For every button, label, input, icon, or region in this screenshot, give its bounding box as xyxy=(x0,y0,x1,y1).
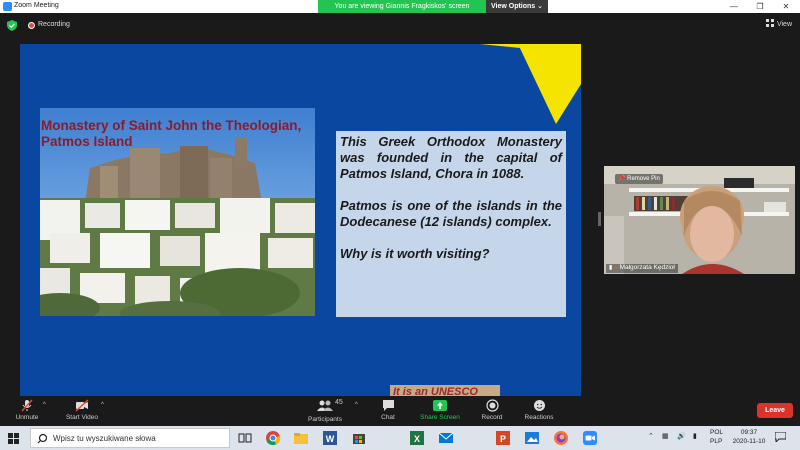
recording-label: Recording xyxy=(38,21,70,28)
mail-icon[interactable] xyxy=(438,430,454,446)
window-title-bar: Zoom Meeting — ❐ ✕ You are viewing Giann… xyxy=(0,0,800,13)
view-label: View xyxy=(776,21,792,28)
store-icon[interactable] xyxy=(351,430,367,446)
language-bottom: PLP xyxy=(710,438,723,445)
muted-mic-icon xyxy=(21,399,33,412)
windows-taskbar: Wpisz tu wyszukiwane słowa W X P ⌃ ▦ 🔊 ▮… xyxy=(0,426,800,450)
firefox-icon[interactable] xyxy=(553,430,569,446)
panel-resize-handle[interactable] xyxy=(598,212,601,226)
share-screen-icon xyxy=(433,400,447,411)
svg-text:X: X xyxy=(414,434,420,444)
view-options-button[interactable]: View Options ⌄ xyxy=(486,0,548,13)
unmute-button[interactable]: Unmute xyxy=(12,399,42,421)
word-icon[interactable]: W xyxy=(322,430,338,446)
language-indicator[interactable]: POL PLP xyxy=(710,428,723,446)
video-off-icon xyxy=(75,399,89,412)
language-top: POL xyxy=(710,429,724,436)
file-explorer-icon[interactable] xyxy=(293,430,309,446)
volume-icon[interactable]: 🔊 xyxy=(677,432,686,440)
participants-icon xyxy=(317,400,333,411)
chrome-icon[interactable] xyxy=(265,430,281,446)
remove-pin-button[interactable]: 📌 Remove Pin xyxy=(615,174,663,184)
chat-label: Chat xyxy=(381,414,395,421)
network-icon[interactable]: ▦ xyxy=(662,432,669,440)
svg-text:W: W xyxy=(326,434,335,444)
chat-icon xyxy=(382,400,394,411)
svg-text:P: P xyxy=(500,434,506,444)
close-button[interactable]: ✕ xyxy=(766,0,800,13)
shield-icon[interactable] xyxy=(7,20,17,31)
taskbar-search-box[interactable]: Wpisz tu wyszukiwane słowa xyxy=(30,428,230,448)
paragraph-founding: This Greek Orthodox Monastery was founde… xyxy=(340,134,562,181)
leave-meeting-button[interactable]: Leave xyxy=(757,403,793,418)
powerpoint-icon[interactable]: P xyxy=(495,430,511,446)
meeting-toolbar: Unmute ^ Start Video ^ 45 Participants ^… xyxy=(0,396,800,426)
unesco-partial-text: It is an UNESCO xyxy=(390,385,500,396)
meeting-status-bar: Recording View xyxy=(0,16,800,36)
question-text: Why is it worth visiting? xyxy=(340,246,490,261)
muted-mic-icon: ● xyxy=(614,265,618,271)
taskbar-clock[interactable]: 09:37 2020-11-10 xyxy=(728,428,770,446)
photos-icon[interactable] xyxy=(524,430,540,446)
start-video-label: Start Video xyxy=(65,414,99,421)
zoom-icon[interactable] xyxy=(582,430,598,446)
windows-start-icon[interactable] xyxy=(8,433,19,444)
reactions-button[interactable]: Reactions xyxy=(522,399,556,421)
participants-button[interactable]: 45 Participants xyxy=(305,399,345,423)
audio-options-caret-icon[interactable]: ^ xyxy=(43,402,46,408)
participants-label: Participants xyxy=(308,416,342,423)
task-view-icon[interactable] xyxy=(237,430,253,446)
participant-name-tag: ▮ ● Małgorzata Kędzioł xyxy=(606,264,678,273)
notifications-icon[interactable] xyxy=(775,432,786,442)
participants-options-caret-icon[interactable]: ^ xyxy=(355,402,358,408)
clock-time: 09:37 xyxy=(740,429,758,436)
record-button[interactable]: Record xyxy=(478,399,506,421)
share-screen-label: Share Screen xyxy=(420,414,460,421)
record-icon xyxy=(485,399,499,412)
search-placeholder: Wpisz tu wyszukiwane słowa xyxy=(53,434,156,443)
tray-chevron-icon[interactable]: ⌃ xyxy=(648,432,654,440)
reactions-icon xyxy=(533,400,545,411)
unmute-label: Unmute xyxy=(15,414,39,421)
search-icon xyxy=(37,433,48,444)
participant-name: Małgorzata Kędzioł xyxy=(619,264,675,271)
recording-dot-icon xyxy=(28,22,35,29)
share-screen-button[interactable]: Share Screen xyxy=(418,399,462,421)
record-label: Record xyxy=(481,414,503,421)
start-video-button[interactable]: Start Video xyxy=(62,399,102,421)
slide-text-box: This Greek Orthodox Monastery was founde… xyxy=(336,131,566,317)
chat-button[interactable]: Chat xyxy=(375,399,401,421)
reactions-label: Reactions xyxy=(524,414,554,421)
excel-icon[interactable]: X xyxy=(409,430,425,446)
viewing-screen-text: You are viewing Giannis Fragkiskos' scre… xyxy=(318,0,486,13)
grid-icon xyxy=(765,19,774,27)
window-title: Zoom Meeting xyxy=(14,2,59,9)
participants-count: 45 xyxy=(335,399,343,406)
remove-pin-label: Remove Pin xyxy=(627,176,660,182)
shared-screen-slide: Monastery of Saint John the Theologian, … xyxy=(20,44,581,396)
yellow-star-shape xyxy=(480,44,581,124)
zoom-app-icon xyxy=(3,2,12,11)
view-button[interactable]: View xyxy=(765,19,792,33)
screen-share-banner: You are viewing Giannis Fragkiskos' scre… xyxy=(318,0,548,13)
clock-date: 2020-11-10 xyxy=(732,438,766,445)
battery-icon[interactable]: ▮ xyxy=(693,432,697,440)
signal-icon: ▮ xyxy=(609,265,613,271)
photo-title: Monastery of Saint John the Theologian, … xyxy=(41,118,302,149)
video-options-caret-icon[interactable]: ^ xyxy=(101,402,104,408)
paragraph-dodecanese: Patmos is one of the islands in the Dode… xyxy=(340,198,562,229)
